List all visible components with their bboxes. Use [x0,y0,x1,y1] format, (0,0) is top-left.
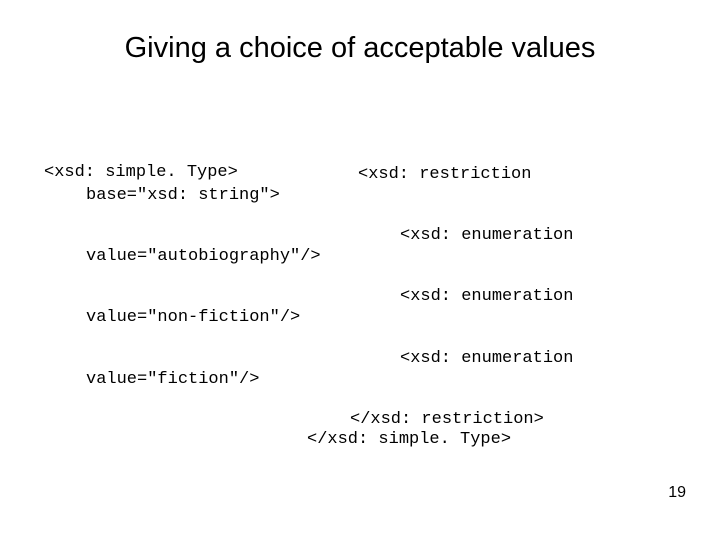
code-line: <xsd: enumeration [400,349,573,368]
code-line: <xsd: restriction [358,165,531,184]
code-line: value="non-fiction"/> [86,308,300,327]
slide-title: Giving a choice of acceptable values [0,32,720,65]
code-line: base="xsd: string"> [86,186,280,205]
code-line: <xsd: enumeration [400,287,573,306]
code-line: value="fiction"/> [86,370,259,389]
code-line: <xsd: simple. Type> [44,163,238,183]
code-line: value="autobiography"/> [86,247,321,266]
code-line: <xsd: enumeration [400,226,573,245]
code-line: </xsd: simple. Type> [307,430,511,449]
page-number: 19 [668,484,686,502]
code-line: </xsd: restriction> [350,410,544,429]
